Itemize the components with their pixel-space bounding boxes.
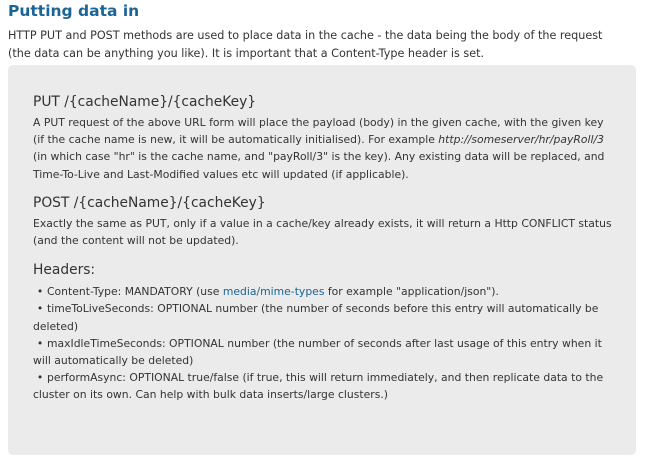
put-text-after: (in which case "hr" is the cache name, a… [33,150,605,181]
headers-list: • Content-Type: MANDATORY (use media/mime… [33,283,616,403]
content-box: PUT /{cacheName}/{cacheKey} A PUT reques… [8,65,636,455]
content-type-text-before: Content-Type: MANDATORY (use [47,285,223,299]
bullet-icon: • [36,285,44,299]
bullet-icon: • [36,371,44,385]
intro-paragraph: HTTP PUT and POST methods are used to pl… [8,29,603,60]
bullet-icon: • [36,336,44,350]
bullet-icon: • [36,302,44,316]
mime-types-link[interactable]: media/mime-types [223,285,325,298]
put-description: A PUT request of the above URL form will… [33,114,616,183]
list-item-text: timeToLiveSeconds: OPTIONAL number (the … [33,302,599,333]
list-item-text: maxIdleTimeSeconds: OPTIONAL number (the… [33,336,602,368]
list-item-text: performAsync: OPTIONAL true/false (if tr… [33,371,604,402]
list-item-max-idle: • maxIdleTimeSeconds: OPTIONAL number (th… [33,335,616,369]
headers-heading: Headers: [33,262,96,279]
list-item-perform-async: • performAsync: OPTIONAL true/false (if t… [33,369,616,403]
put-heading: PUT /{cacheName}/{cacheKey} [33,94,257,110]
post-description: Exactly the same as PUT, only if a value… [33,216,612,248]
post-heading: POST /{cacheName}/{cacheKey} [33,194,266,211]
page-title: Putting data in [8,2,140,20]
list-item-content-type: • Content-Type: MANDATORY (use media/mime… [33,283,616,300]
put-example-url: http://someserver/hr/payRoll/3 [438,133,604,147]
list-item-ttl: • timeToLiveSeconds: OPTIONAL number (the… [33,300,616,334]
content-type-text-after: for example "application/json"). [324,285,499,299]
